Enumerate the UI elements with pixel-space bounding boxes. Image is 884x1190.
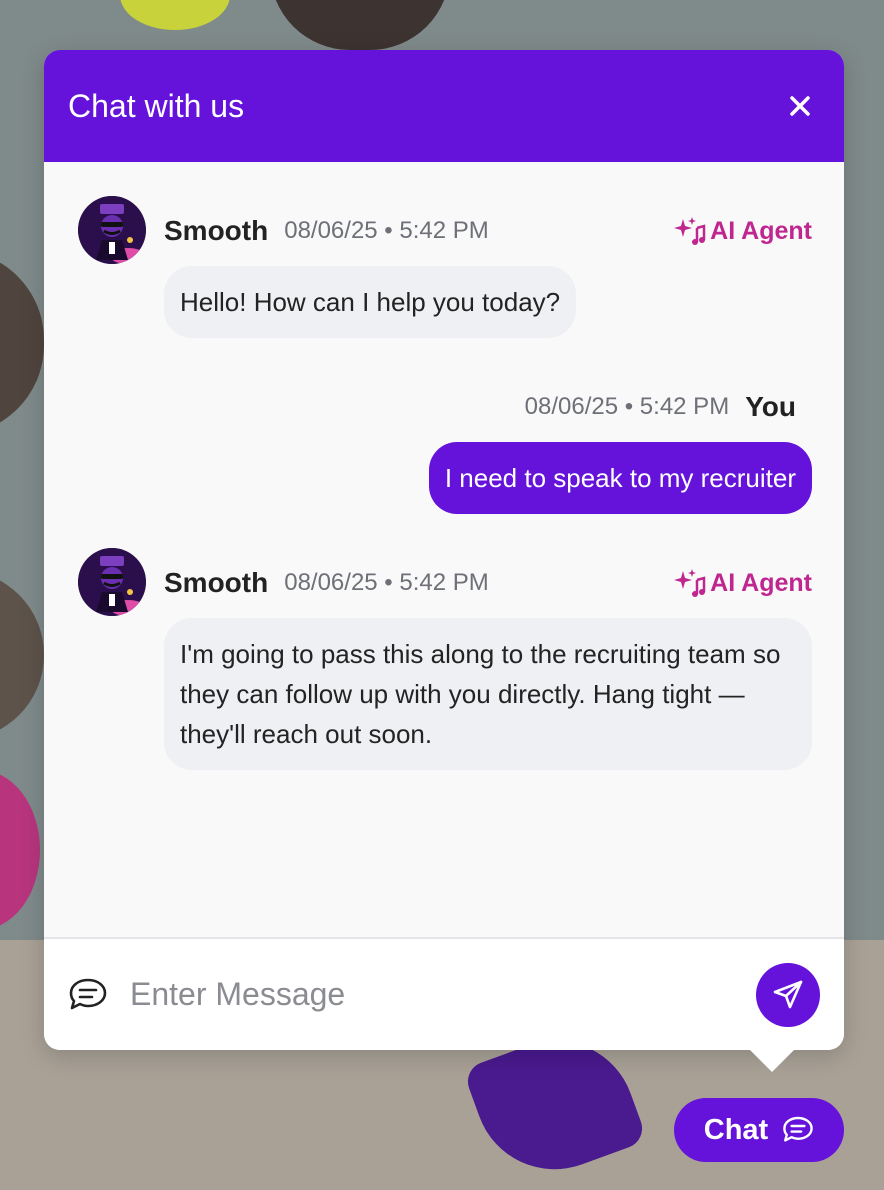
- bot-avatar: [78, 196, 146, 264]
- chat-launcher-button[interactable]: Chat: [674, 1098, 844, 1162]
- bot-avatar-image: [78, 548, 146, 616]
- chat-window: Chat with us Smooth 08/06/25 • 5:42 PM A…: [44, 50, 844, 1050]
- ai-agent-label: AI Agent: [710, 216, 812, 245]
- message-timestamp: 08/06/25 • 5:42 PM: [524, 393, 730, 420]
- background-photo-left-2: [0, 570, 44, 740]
- sender-name: Smooth: [164, 215, 269, 246]
- message-meta: Smooth 08/06/25 • 5:42 PM AI Agent: [164, 563, 812, 603]
- message-text: I need to speak to my recruiter: [444, 463, 796, 493]
- message-meta: Smooth 08/06/25 • 5:42 PM AI Agent: [164, 211, 812, 251]
- sender-name: Smooth: [164, 567, 269, 598]
- chat-window-pointer: [748, 1048, 796, 1072]
- sender-name: You: [745, 391, 796, 422]
- sparkle-music-icon: [674, 569, 706, 597]
- ai-agent-label: AI Agent: [710, 568, 812, 597]
- background-photo-top: [270, 0, 450, 50]
- background-photo-left-1: [0, 250, 44, 435]
- message-text: I'm going to pass this along to the recr…: [180, 639, 781, 749]
- message-input[interactable]: [128, 975, 756, 1014]
- ai-agent-badge: AI Agent: [674, 216, 812, 246]
- user-message-bubble: I need to speak to my recruiter: [428, 442, 812, 514]
- message-meta: 08/06/25 • 5:42 PM You: [525, 387, 796, 427]
- message-text: Hello! How can I help you today?: [180, 287, 561, 317]
- background-magenta-blob: [0, 770, 40, 930]
- message-timestamp: 08/06/25 • 5:42 PM: [284, 569, 489, 596]
- background-yellow-blob: [120, 0, 230, 30]
- send-icon: [773, 980, 803, 1008]
- chat-bubble-icon: [783, 1116, 814, 1142]
- chat-title: Chat with us: [68, 87, 245, 124]
- close-icon: [790, 96, 810, 116]
- message-composer: [44, 937, 844, 1050]
- bot-avatar-image: [78, 196, 146, 264]
- close-button[interactable]: [780, 86, 820, 126]
- chat-launcher-label: Chat: [703, 1113, 769, 1146]
- send-button[interactable]: [756, 962, 820, 1027]
- bot-avatar: [78, 548, 146, 616]
- ai-agent-badge: AI Agent: [674, 568, 812, 598]
- chat-header: Chat with us: [44, 50, 844, 162]
- bot-message-bubble: I'm going to pass this along to the recr…: [164, 618, 812, 770]
- sparkle-music-icon: [674, 217, 706, 245]
- message-timestamp: 08/06/25 • 5:42 PM: [284, 217, 489, 244]
- message-list[interactable]: Smooth 08/06/25 • 5:42 PM AI Agent Hello…: [44, 162, 844, 937]
- bot-message-bubble: Hello! How can I help you today?: [164, 266, 577, 338]
- chat-bubble-icon: [69, 978, 107, 1009]
